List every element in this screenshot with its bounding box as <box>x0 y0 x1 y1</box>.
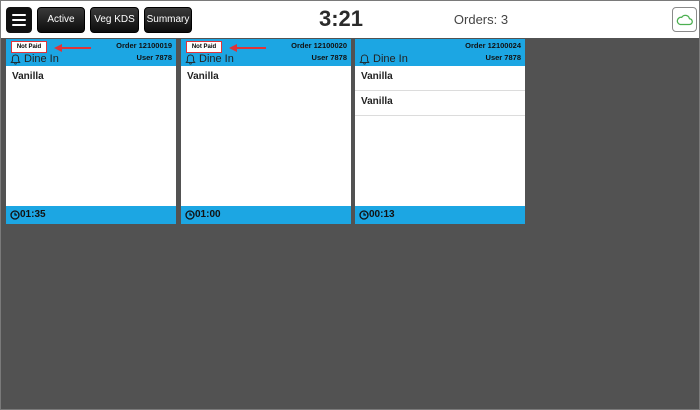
hamburger-menu-button[interactable] <box>6 7 32 33</box>
top-bar: Active Veg KDS Summary 3:21 Orders: 3 <box>1 1 699 38</box>
veg-kds-button[interactable]: Veg KDS <box>90 7 139 33</box>
not-paid-badge: Not Paid <box>11 41 47 53</box>
order-item: Vanilla <box>187 71 219 82</box>
red-arrow-annotation-icon <box>229 44 266 52</box>
order-card-footer: 01:00 <box>181 206 351 224</box>
clock-icon <box>185 210 195 220</box>
user-number: User 7878 <box>485 53 521 62</box>
bell-icon <box>10 54 21 65</box>
order-item: Vanilla <box>355 66 525 91</box>
order-card[interactable]: Order 12100024 User 7878 Dine In Vanilla… <box>355 39 525 224</box>
order-type-label: Dine In <box>373 53 408 65</box>
order-number: Order 12100020 <box>291 41 347 50</box>
orders-count: Orders: 3 <box>453 12 509 27</box>
hamburger-icon-line <box>12 14 26 16</box>
not-paid-badge: Not Paid <box>186 41 222 53</box>
order-items: Vanilla <box>181 66 351 91</box>
clock: 3:21 <box>318 6 364 31</box>
bell-icon <box>359 54 370 65</box>
order-number: Order 12100019 <box>116 41 172 50</box>
bell-icon <box>185 54 196 65</box>
clock-icon <box>10 210 20 220</box>
user-number: User 7878 <box>311 53 347 62</box>
summary-button[interactable]: Summary <box>144 7 192 33</box>
user-number: User 7878 <box>136 53 172 62</box>
order-card[interactable]: Not Paid Order 12100019 User 7878 Dine I… <box>6 39 176 224</box>
order-card[interactable]: Not Paid Order 12100020 User 7878 Dine I… <box>181 39 351 224</box>
kds-screen: Active Veg KDS Summary 3:21 Orders: 3 No… <box>0 0 700 410</box>
order-timer: 01:00 <box>195 209 221 220</box>
clock-icon <box>359 210 369 220</box>
order-card-header: Not Paid Order 12100019 User 7878 Dine I… <box>6 39 176 66</box>
order-item: Vanilla <box>12 71 44 82</box>
hamburger-icon-line <box>12 24 26 26</box>
order-card-footer: 00:13 <box>355 206 525 224</box>
order-number: Order 12100024 <box>465 41 521 50</box>
order-items: Vanilla <box>6 66 176 91</box>
order-timer: 01:35 <box>20 209 46 220</box>
active-button[interactable]: Active <box>37 7 85 33</box>
order-card-header: Order 12100024 User 7878 Dine In <box>355 39 525 66</box>
red-arrow-annotation-icon <box>54 44 91 52</box>
order-item: Vanilla <box>355 91 525 116</box>
order-card-header: Not Paid Order 12100020 User 7878 Dine I… <box>181 39 351 66</box>
order-card-footer: 01:35 <box>6 206 176 224</box>
hamburger-icon-line <box>12 19 26 21</box>
order-timer: 00:13 <box>369 209 395 220</box>
order-type-label: Dine In <box>199 53 234 65</box>
order-type-label: Dine In <box>24 53 59 65</box>
cloud-icon <box>676 14 693 26</box>
order-items: Vanilla Vanilla <box>355 66 525 116</box>
cloud-sync-button[interactable] <box>672 7 697 32</box>
